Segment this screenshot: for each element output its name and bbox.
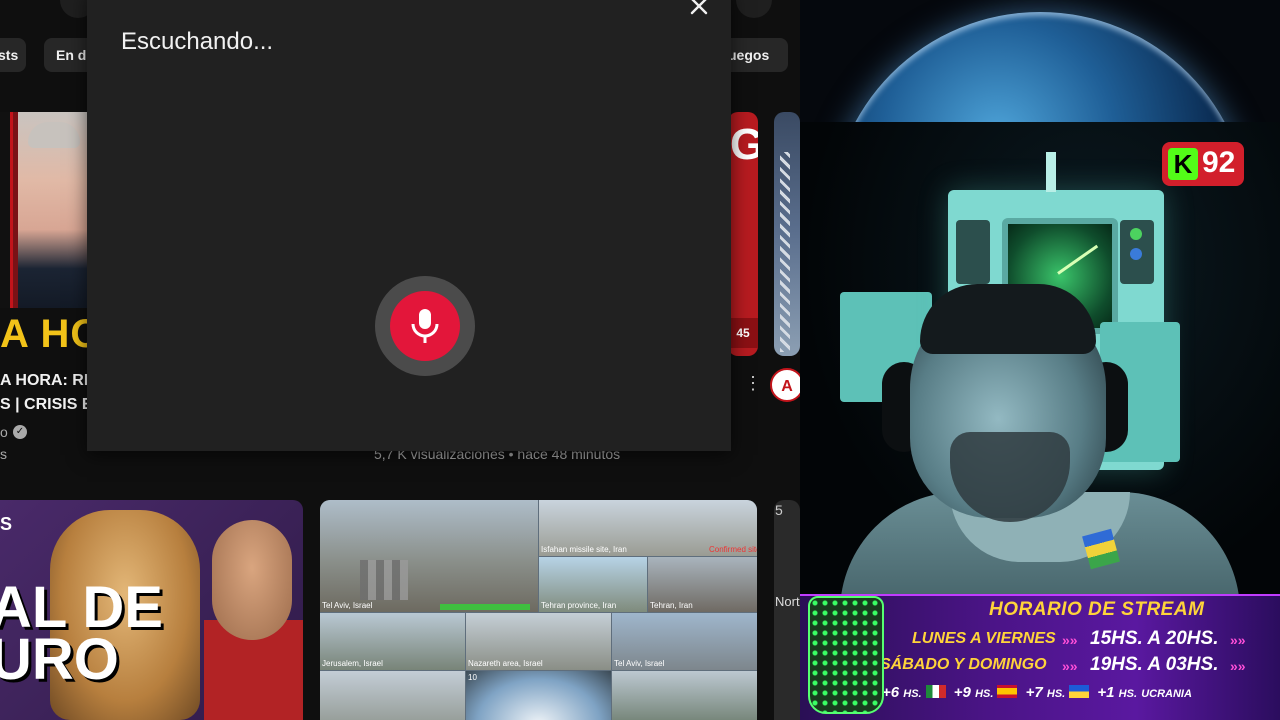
verified-icon: ✓ bbox=[13, 425, 27, 439]
more-options-icon[interactable]: ⋮ bbox=[744, 372, 762, 394]
video-thumbnail-2[interactable]: G 45 bbox=[728, 112, 758, 356]
camera-cell: Tel Aviv, Israel bbox=[320, 500, 538, 612]
dialog-title: Escuchando... bbox=[121, 28, 274, 55]
camera-cell: 10 bbox=[466, 671, 611, 720]
camera-cell: Tel Aviv, Israel bbox=[612, 613, 757, 670]
green-bar bbox=[440, 604, 530, 610]
camera-cell: Isfahan missile site, Iran Confirmed site bbox=[539, 500, 757, 556]
microphone-button[interactable] bbox=[390, 291, 460, 361]
pixelated-area bbox=[360, 560, 408, 600]
thumbnail-corner-text: S bbox=[0, 514, 13, 534]
camera-cell: Tehran province, Iran bbox=[539, 557, 647, 612]
schedule-weekday-label: LUNES A VIERNES bbox=[912, 630, 1056, 647]
timezone-row: +6 HS. +9 HS. +7 HS. +1 HS. UCRANIA bbox=[882, 684, 1280, 710]
video-title-line1[interactable]: A HORA: RE bbox=[0, 372, 95, 390]
green-light bbox=[1130, 228, 1142, 240]
ukraine-flag-icon bbox=[1069, 685, 1090, 698]
tz-offset: +7 bbox=[1025, 684, 1043, 701]
camera-cell: Tehran, Iran bbox=[648, 557, 757, 612]
camera-label: Nazareth area, Israel bbox=[468, 659, 543, 668]
voice-search-icon[interactable] bbox=[736, 0, 772, 18]
host-face bbox=[212, 520, 292, 640]
camera-cell bbox=[612, 671, 757, 720]
schedule-weekday-time: 15HS. A 20HS. bbox=[1090, 628, 1219, 649]
thumbnail-badge: 45 bbox=[728, 318, 758, 348]
camera-label: 10 bbox=[468, 673, 477, 682]
camera-label: Tel Aviv, Israel bbox=[322, 601, 373, 610]
tz-hs: HS. bbox=[1118, 688, 1138, 700]
channel-name[interactable]: o bbox=[0, 424, 8, 440]
channel-avatar[interactable]: A bbox=[770, 368, 800, 402]
schedule-weekend-label: SÁBADO Y DOMINGO bbox=[880, 656, 1047, 673]
camera-label: Jerusalem, Israel bbox=[322, 659, 383, 668]
webcam-feed bbox=[800, 122, 1280, 600]
streamer-hair bbox=[920, 284, 1096, 354]
tz-offset: +9 bbox=[953, 684, 971, 701]
tz-hs: HS. bbox=[975, 688, 994, 700]
video-thumbnail-5[interactable]: Tel Aviv, Israel Isfahan missile site, I… bbox=[320, 500, 757, 720]
thumbnail-letter: G bbox=[730, 120, 758, 169]
alien-cup-graphic bbox=[808, 596, 884, 714]
tz-country: UCRANIA bbox=[1141, 688, 1192, 700]
thumbnail-big-text-line2: URO bbox=[0, 627, 119, 692]
chevron-right-icon: »» bbox=[1230, 632, 1246, 648]
viewer-count: 92 bbox=[1202, 146, 1236, 179]
video-thumbnail-3[interactable] bbox=[774, 112, 800, 356]
chevron-right-icon: »» bbox=[1062, 658, 1078, 674]
thumbnail-big-text: AL DE URO bbox=[0, 579, 163, 689]
close-icon[interactable] bbox=[687, 0, 711, 18]
camera-cell: Nazareth area, Israel bbox=[466, 613, 611, 670]
tz-hs: HS. bbox=[1046, 688, 1066, 700]
kick-viewer-badge: K 92 bbox=[1162, 142, 1244, 186]
thumbnail-face bbox=[18, 112, 90, 308]
tz-hs: HS. bbox=[903, 688, 922, 700]
video-thumbnail-6[interactable] bbox=[774, 500, 800, 720]
console-antenna bbox=[1046, 152, 1056, 192]
blue-light bbox=[1130, 248, 1142, 260]
mic-ring bbox=[375, 276, 475, 376]
camera-cell: Jerusalem, Israel bbox=[320, 613, 465, 670]
camera-label: Tel Aviv, Israel bbox=[614, 659, 665, 668]
tz-offset: +1 bbox=[1097, 684, 1115, 701]
camera-label: Tehran province, Iran bbox=[541, 601, 617, 610]
chip-podcasts[interactable]: sts bbox=[0, 38, 26, 72]
schedule-title: HORARIO DE STREAM bbox=[989, 599, 1205, 620]
console-panel-left bbox=[956, 220, 990, 284]
camera-tag: Confirmed site bbox=[709, 545, 757, 554]
video-thumbnail-4[interactable]: S AL DE URO bbox=[0, 500, 303, 720]
voice-search-dialog: Escuchando... bbox=[87, 0, 731, 451]
camera-label: Tehran, Iran bbox=[650, 601, 693, 610]
video-thumbnail-1[interactable] bbox=[0, 112, 100, 308]
tz-offset: +6 bbox=[882, 684, 900, 701]
microphone-icon bbox=[411, 309, 439, 343]
camera-cell bbox=[320, 671, 465, 720]
camera-label: Isfahan missile site, Iran bbox=[541, 545, 627, 554]
stream-panel: K 92 HORARIO DE STREAM LUNES A VIERNES »… bbox=[800, 0, 1280, 720]
video-meta: s bbox=[0, 446, 7, 462]
schedule-weekend-time: 19HS. A 03HS. bbox=[1090, 654, 1219, 675]
right-edge-text: Nort bbox=[775, 594, 800, 609]
spain-flag-icon bbox=[997, 685, 1018, 698]
right-edge-number: 5 bbox=[775, 502, 783, 518]
chevron-right-icon: »» bbox=[1230, 658, 1246, 674]
mexico-flag-icon bbox=[925, 685, 946, 698]
chevron-right-icon: »» bbox=[1062, 632, 1078, 648]
thumbnail-bar bbox=[0, 112, 13, 308]
kick-logo-icon: K bbox=[1168, 148, 1198, 180]
